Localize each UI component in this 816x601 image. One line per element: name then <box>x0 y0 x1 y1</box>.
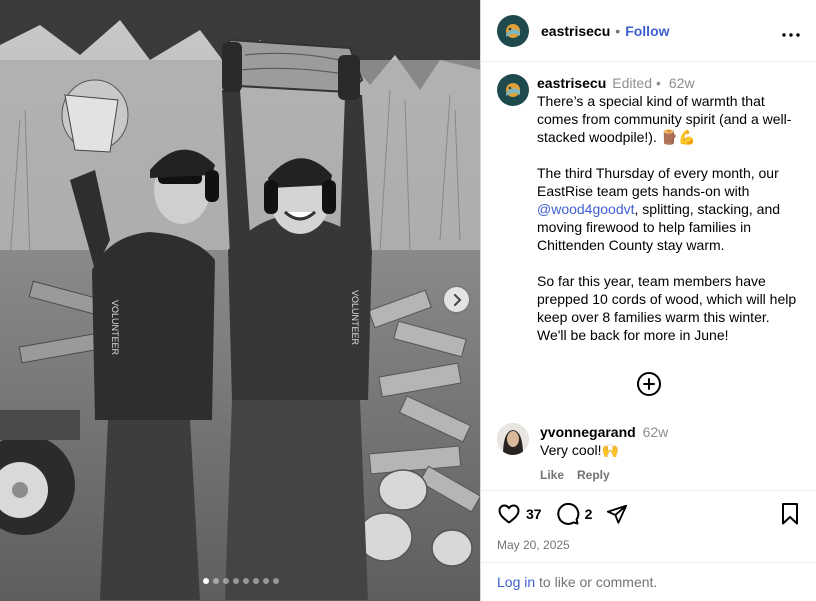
comment-button[interactable]: 2 <box>556 502 593 526</box>
post-details-panel: eastrisecu • Follow eastrisecu Edited • … <box>481 0 816 601</box>
caption-avatar[interactable] <box>497 74 529 106</box>
post-caption: eastrisecu Edited • 62w There’s a specia… <box>497 74 802 344</box>
load-more-comments-button[interactable] <box>637 372 661 396</box>
caption-text: The third Thursday of every month, our E… <box>537 165 783 199</box>
carousel-dot <box>222 578 229 584</box>
like-button[interactable]: 37 <box>497 502 542 526</box>
comment-text: Very cool!🙌 <box>540 442 619 458</box>
login-prompt: Log in to like or comment. <box>481 562 816 601</box>
login-link[interactable]: Log in <box>497 574 535 590</box>
volunteers-photo-image: VOLUNTEER VOLUNTEER <box>0 0 480 601</box>
carousel-dot <box>262 578 269 584</box>
caption-username[interactable]: eastrisecu <box>537 74 606 92</box>
avatar[interactable] <box>497 14 529 47</box>
commenter-avatar[interactable] <box>497 423 529 455</box>
comment-like-button[interactable]: Like <box>540 466 564 484</box>
carousel-dot <box>242 578 249 584</box>
post-actions: 37 2 May 20, 2025 <box>481 490 816 552</box>
caption-meta-dot: • <box>655 75 661 91</box>
post-header: eastrisecu • Follow <box>481 0 816 62</box>
comment-count: 2 <box>584 506 593 522</box>
follow-button[interactable]: Follow <box>625 23 669 39</box>
author-username[interactable]: eastrisecu <box>541 23 610 39</box>
chevron-right-icon <box>453 293 461 306</box>
comment-body: yvonnegarand 62w Very cool!🙌 Like Reply <box>540 423 668 484</box>
carousel-dot <box>272 578 279 584</box>
carousel-dot <box>202 578 209 584</box>
caption-paragraph-1: There’s a special kind of warmth that co… <box>537 93 792 145</box>
send-icon <box>607 504 628 524</box>
carousel-dot <box>212 578 219 584</box>
svg-text:VOLUNTEER: VOLUNTEER <box>350 290 360 346</box>
carousel-dot <box>252 578 259 584</box>
commenter-username[interactable]: yvonnegarand <box>540 424 636 440</box>
svg-text:VOLUNTEER: VOLUNTEER <box>110 300 120 356</box>
caption-paragraph-2: The third Thursday of every month, our E… <box>537 164 797 254</box>
comment-bubble-icon <box>556 502 579 525</box>
comment-time[interactable]: 62w <box>643 424 669 440</box>
caption-meta: eastrisecu Edited • 62w <box>537 74 797 92</box>
comment-item: yvonnegarand 62w Very cool!🙌 Like Reply <box>497 423 802 484</box>
carousel-dot <box>232 578 239 584</box>
login-prompt-text: to like or comment. <box>535 574 658 590</box>
eastrise-logo-icon <box>506 23 520 38</box>
post-date[interactable]: May 20, 2025 <box>497 538 800 552</box>
eastrise-logo-icon <box>506 83 520 97</box>
action-row: 37 2 <box>497 502 800 526</box>
save-button[interactable] <box>780 502 800 526</box>
heart-icon <box>498 504 520 524</box>
caption-paragraph-3: So far this year, team members have prep… <box>537 273 801 343</box>
next-slide-button[interactable] <box>444 287 469 312</box>
plus-circle-icon <box>643 378 655 390</box>
comment-actions: Like Reply <box>540 466 668 484</box>
caption-time[interactable]: 62w <box>669 74 695 92</box>
header-separator: • <box>615 22 621 39</box>
post-photo[interactable]: VOLUNTEER VOLUNTEER <box>0 0 481 601</box>
share-button[interactable] <box>606 503 628 525</box>
like-count: 37 <box>526 506 542 522</box>
caption-body: eastrisecu Edited • 62w There’s a specia… <box>537 74 797 344</box>
comment-reply-button[interactable]: Reply <box>577 466 610 484</box>
carousel-dots <box>0 578 480 584</box>
edited-label: Edited <box>612 75 652 91</box>
person-avatar-icon <box>497 423 529 455</box>
mention-link[interactable]: @wood4goodvt <box>537 201 635 217</box>
bookmark-icon <box>782 503 798 525</box>
more-horizontal-icon[interactable] <box>782 22 800 40</box>
